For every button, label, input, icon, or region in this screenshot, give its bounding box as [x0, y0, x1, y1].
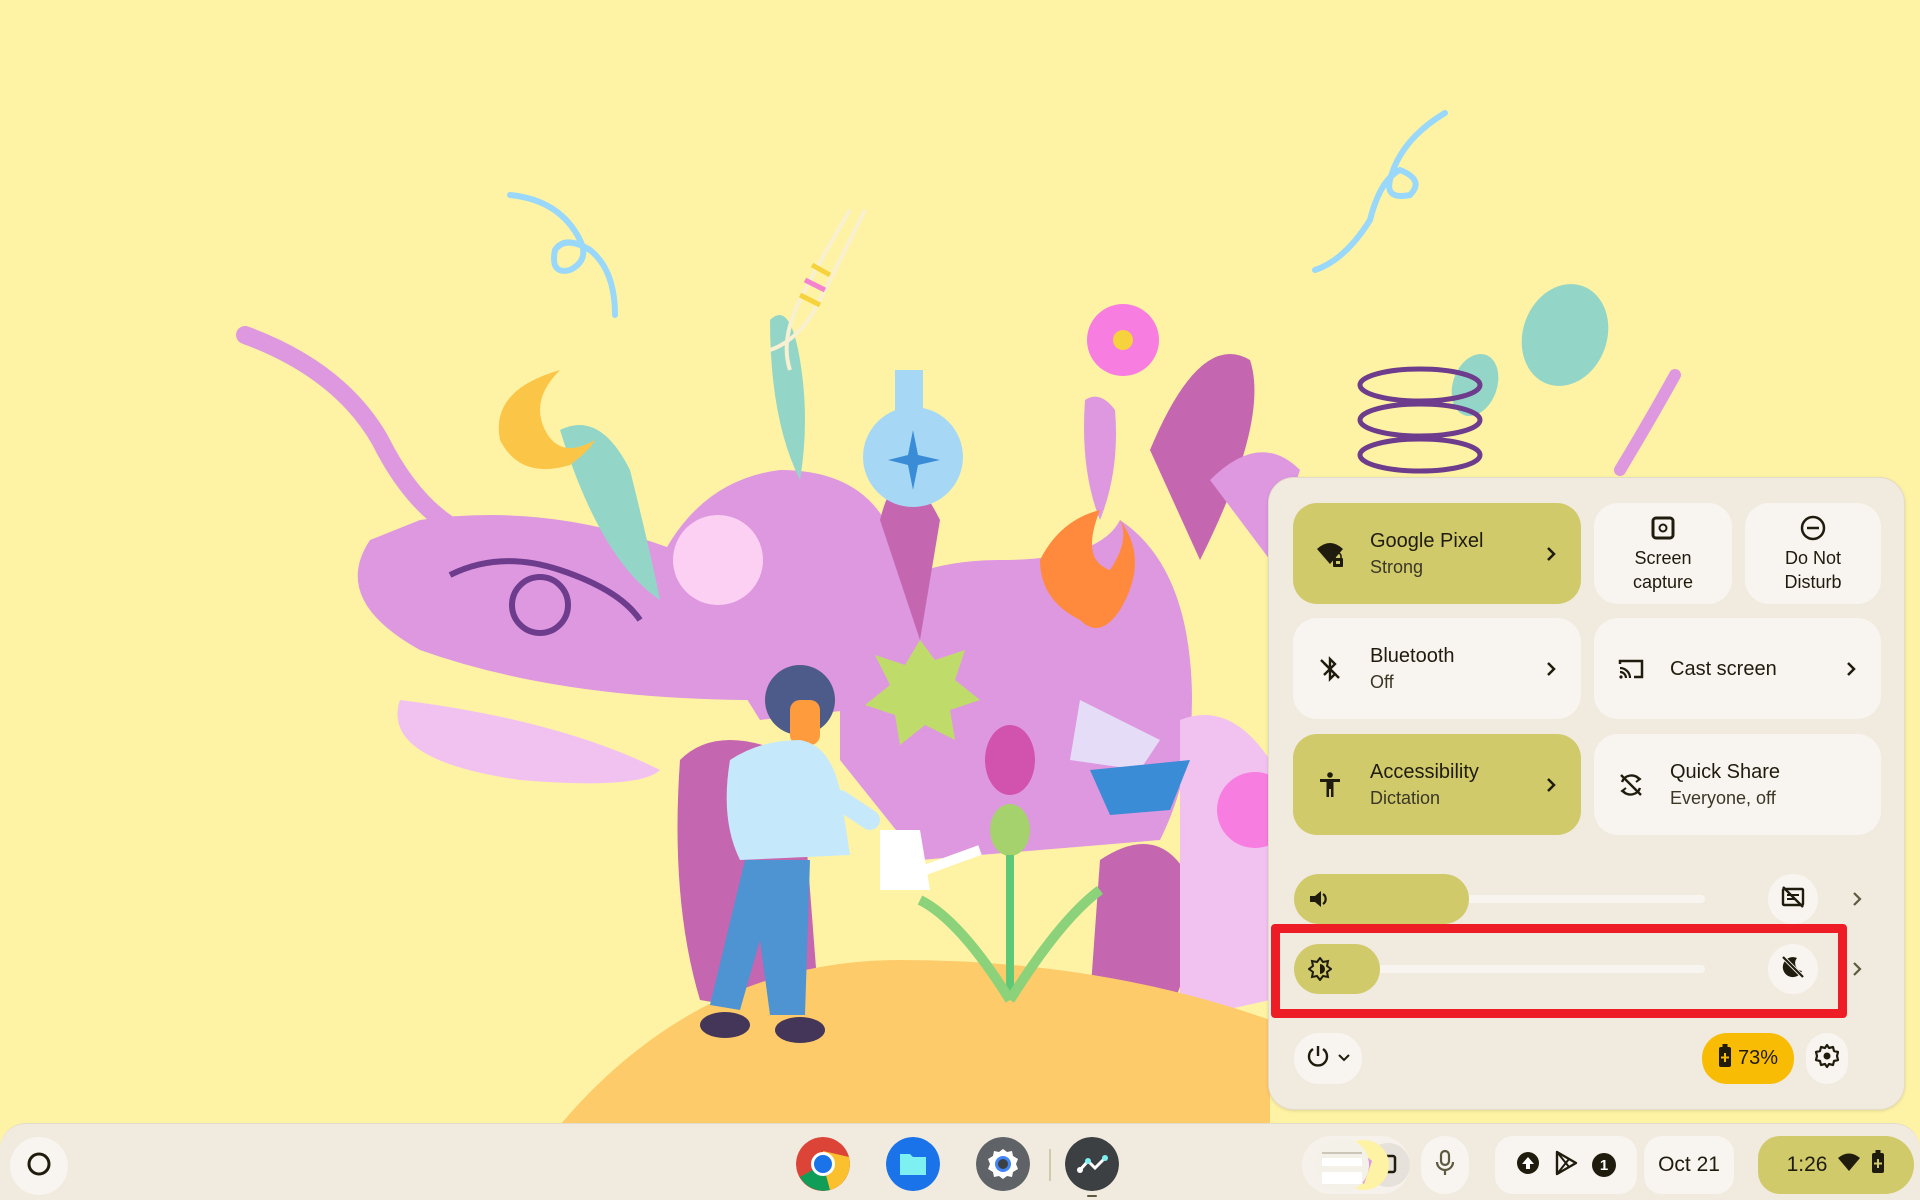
- bluetooth-disabled-icon: [1315, 654, 1345, 684]
- quick-share-label: Quick Share: [1670, 760, 1781, 783]
- shelf: 1 Oct 21 1:26: [0, 1123, 1920, 1200]
- screen-capture-label-2: capture: [1632, 571, 1694, 592]
- battery-charging-icon: [1871, 1150, 1885, 1180]
- chrome-icon: [796, 1137, 850, 1191]
- shelf-app-files[interactable]: [886, 1137, 940, 1191]
- files-icon: [886, 1137, 940, 1191]
- launcher-circle-icon: [26, 1151, 52, 1182]
- screen-capture-icon: [1649, 514, 1677, 542]
- battery-percentage: 73%: [1737, 1047, 1779, 1069]
- live-caption-off-icon: [1780, 884, 1806, 915]
- launcher-button[interactable]: [10, 1137, 68, 1195]
- live-caption-toggle[interactable]: [1768, 874, 1818, 924]
- clock-time: 1:26: [1786, 1153, 1828, 1176]
- display-settings-chevron-icon[interactable]: [1850, 960, 1864, 978]
- battery-charging-icon: [1718, 1044, 1732, 1073]
- power-menu-button[interactable]: [1294, 1033, 1362, 1084]
- accessibility-status: Dictation: [1370, 787, 1441, 808]
- volume-icon: [1308, 887, 1332, 911]
- shelf-app-stocks[interactable]: [1065, 1137, 1119, 1191]
- cast-icon: [1616, 654, 1646, 684]
- chevron-right-icon[interactable]: [1843, 659, 1859, 679]
- dictation-mic-button[interactable]: [1421, 1136, 1469, 1194]
- night-light-toggle[interactable]: [1768, 944, 1818, 994]
- chevron-right-icon[interactable]: [1543, 544, 1559, 564]
- shelf-app-settings[interactable]: [976, 1137, 1030, 1191]
- accessibility-icon: [1315, 770, 1345, 800]
- wifi-icon: [1837, 1152, 1861, 1178]
- chevron-right-icon[interactable]: [1543, 775, 1559, 795]
- hotseat-divider: [1049, 1149, 1051, 1181]
- do-not-disturb-icon: [1799, 514, 1827, 542]
- unified-system-tray-button[interactable]: 1:26: [1758, 1136, 1914, 1194]
- notification-tray-button[interactable]: 1: [1495, 1136, 1637, 1194]
- microphone-icon: [1434, 1149, 1456, 1182]
- accessibility-label: Accessibility: [1370, 760, 1479, 783]
- shelf-app-chrome[interactable]: [796, 1137, 850, 1191]
- wifi-network-name: Google Pixel: [1370, 529, 1484, 552]
- do-not-disturb-label-1: Do Not: [1784, 547, 1842, 568]
- wifi-pod[interactable]: Google Pixel Strong: [1293, 503, 1581, 604]
- night-light-off-icon: [1780, 954, 1806, 985]
- wifi-signal-strength: Strong: [1370, 556, 1424, 577]
- date-tray-button[interactable]: Oct 21: [1644, 1136, 1734, 1194]
- quick-settings-panel: Google Pixel Strong Screen capture Do No…: [1268, 477, 1905, 1110]
- cast-screen-label: Cast screen: [1670, 657, 1777, 680]
- notification-count-badge: 1: [1592, 1153, 1616, 1177]
- brightness-slider-row: [1269, 944, 1904, 996]
- volume-slider-fill[interactable]: [1294, 874, 1469, 924]
- screen-capture-pod[interactable]: Screen capture: [1594, 503, 1732, 604]
- accessibility-pod[interactable]: Accessibility Dictation: [1293, 734, 1581, 835]
- settings-button[interactable]: [1806, 1033, 1848, 1084]
- desk-overview-button[interactable]: [1302, 1136, 1410, 1194]
- volume-settings-chevron-icon[interactable]: [1850, 890, 1864, 908]
- brightness-auto-icon: [1307, 956, 1333, 982]
- running-app-indicator: [1087, 1195, 1097, 1197]
- desk-thumbnails-icon: [1315, 1138, 1410, 1192]
- brightness-slider-fill[interactable]: [1294, 944, 1380, 994]
- cast-screen-pod[interactable]: Cast screen: [1594, 618, 1881, 719]
- settings-app-icon: [976, 1137, 1030, 1191]
- volume-slider-row: [1269, 874, 1904, 926]
- upload-arrow-icon: [1516, 1151, 1540, 1180]
- play-store-icon: [1554, 1150, 1578, 1181]
- bluetooth-pod[interactable]: Bluetooth Off: [1293, 618, 1581, 719]
- do-not-disturb-pod[interactable]: Do Not Disturb: [1745, 503, 1881, 604]
- quick-share-off-icon: [1616, 770, 1646, 800]
- quick-share-pod[interactable]: Quick Share Everyone, off: [1594, 734, 1881, 835]
- screen-capture-label-1: Screen: [1634, 547, 1692, 568]
- trend-chart-icon: [1065, 1137, 1119, 1191]
- quick-share-status: Everyone, off: [1670, 787, 1776, 808]
- chevron-right-icon[interactable]: [1543, 659, 1559, 679]
- battery-button[interactable]: 73%: [1702, 1033, 1794, 1084]
- chevron-down-icon: [1337, 1050, 1351, 1068]
- do-not-disturb-label-2: Disturb: [1784, 571, 1842, 592]
- power-icon: [1305, 1043, 1331, 1074]
- bluetooth-status: Off: [1370, 671, 1394, 692]
- wifi-locked-icon: [1315, 539, 1345, 569]
- gear-icon: [1814, 1043, 1840, 1074]
- bluetooth-label: Bluetooth: [1370, 644, 1455, 667]
